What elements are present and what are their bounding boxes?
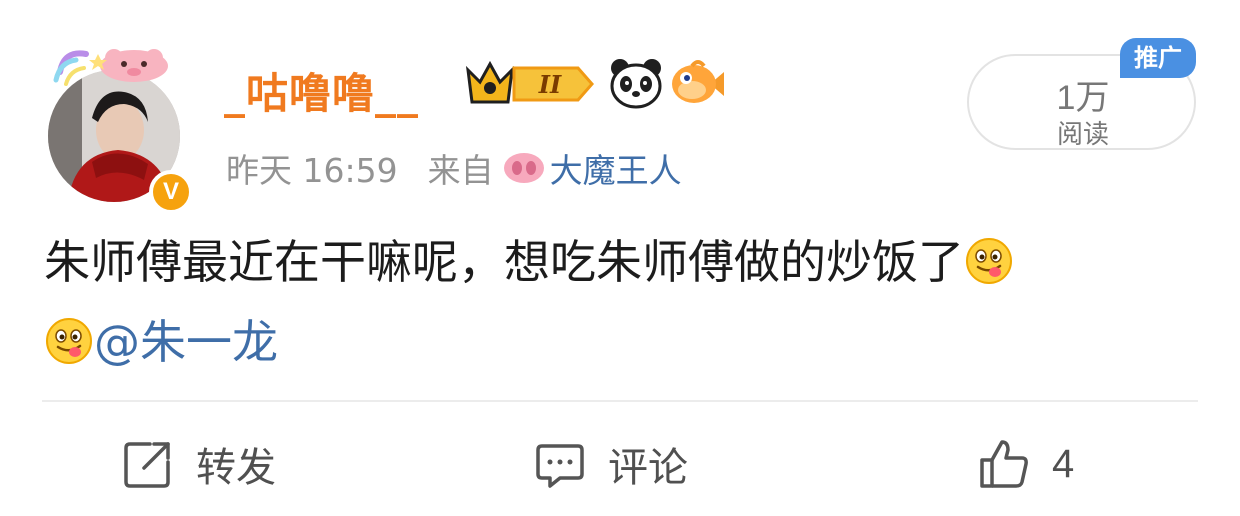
divider	[42, 400, 1198, 402]
comment-label: 评论	[608, 445, 688, 491]
crown-level-badge-icon[interactable]: II	[464, 58, 596, 110]
verified-badge: V	[149, 170, 193, 214]
tongue-out-emoji-icon	[46, 318, 92, 364]
post-text: 朱师傅最近在干嘛呢，想吃朱师傅做的炒饭了	[44, 235, 964, 289]
avatar-frame-decoration-icon	[53, 49, 168, 86]
like-count: 4	[1052, 441, 1075, 486]
source-prefix: 来自	[427, 151, 494, 190]
thumbs-up-icon	[980, 440, 1028, 488]
author-username[interactable]: _咕噜噜__	[224, 60, 419, 121]
post-time: 昨天 16:59	[226, 151, 398, 190]
post-source-link[interactable]: 大魔王人	[550, 144, 760, 192]
pig-nose-icon	[503, 153, 544, 183]
author-avatar-container[interactable]: V	[46, 44, 193, 214]
fish-icon[interactable]	[670, 56, 726, 112]
mention-link[interactable]: @朱一龙	[94, 315, 278, 369]
comment-icon	[536, 444, 584, 488]
read-label: 阅读	[1056, 120, 1109, 150]
tongue-out-emoji-icon	[966, 238, 1012, 284]
repost-icon	[124, 442, 170, 488]
panda-icon[interactable]	[608, 56, 664, 112]
post-content[interactable]: 朱师傅最近在干嘛呢，想吃朱师傅做的炒饭了 @朱一龙	[44, 222, 1204, 382]
repost-label: 转发	[196, 445, 276, 491]
promoted-tag: 推广	[1120, 38, 1196, 78]
author-badges: II	[464, 56, 726, 112]
post-meta: 昨天 16:59 来自 大魔王人	[226, 144, 760, 192]
repost-button[interactable]: 转发	[122, 434, 276, 494]
comment-button[interactable]: 评论	[534, 434, 688, 494]
level-badge-text: II	[538, 70, 562, 99]
like-button[interactable]: 4	[978, 434, 1074, 494]
